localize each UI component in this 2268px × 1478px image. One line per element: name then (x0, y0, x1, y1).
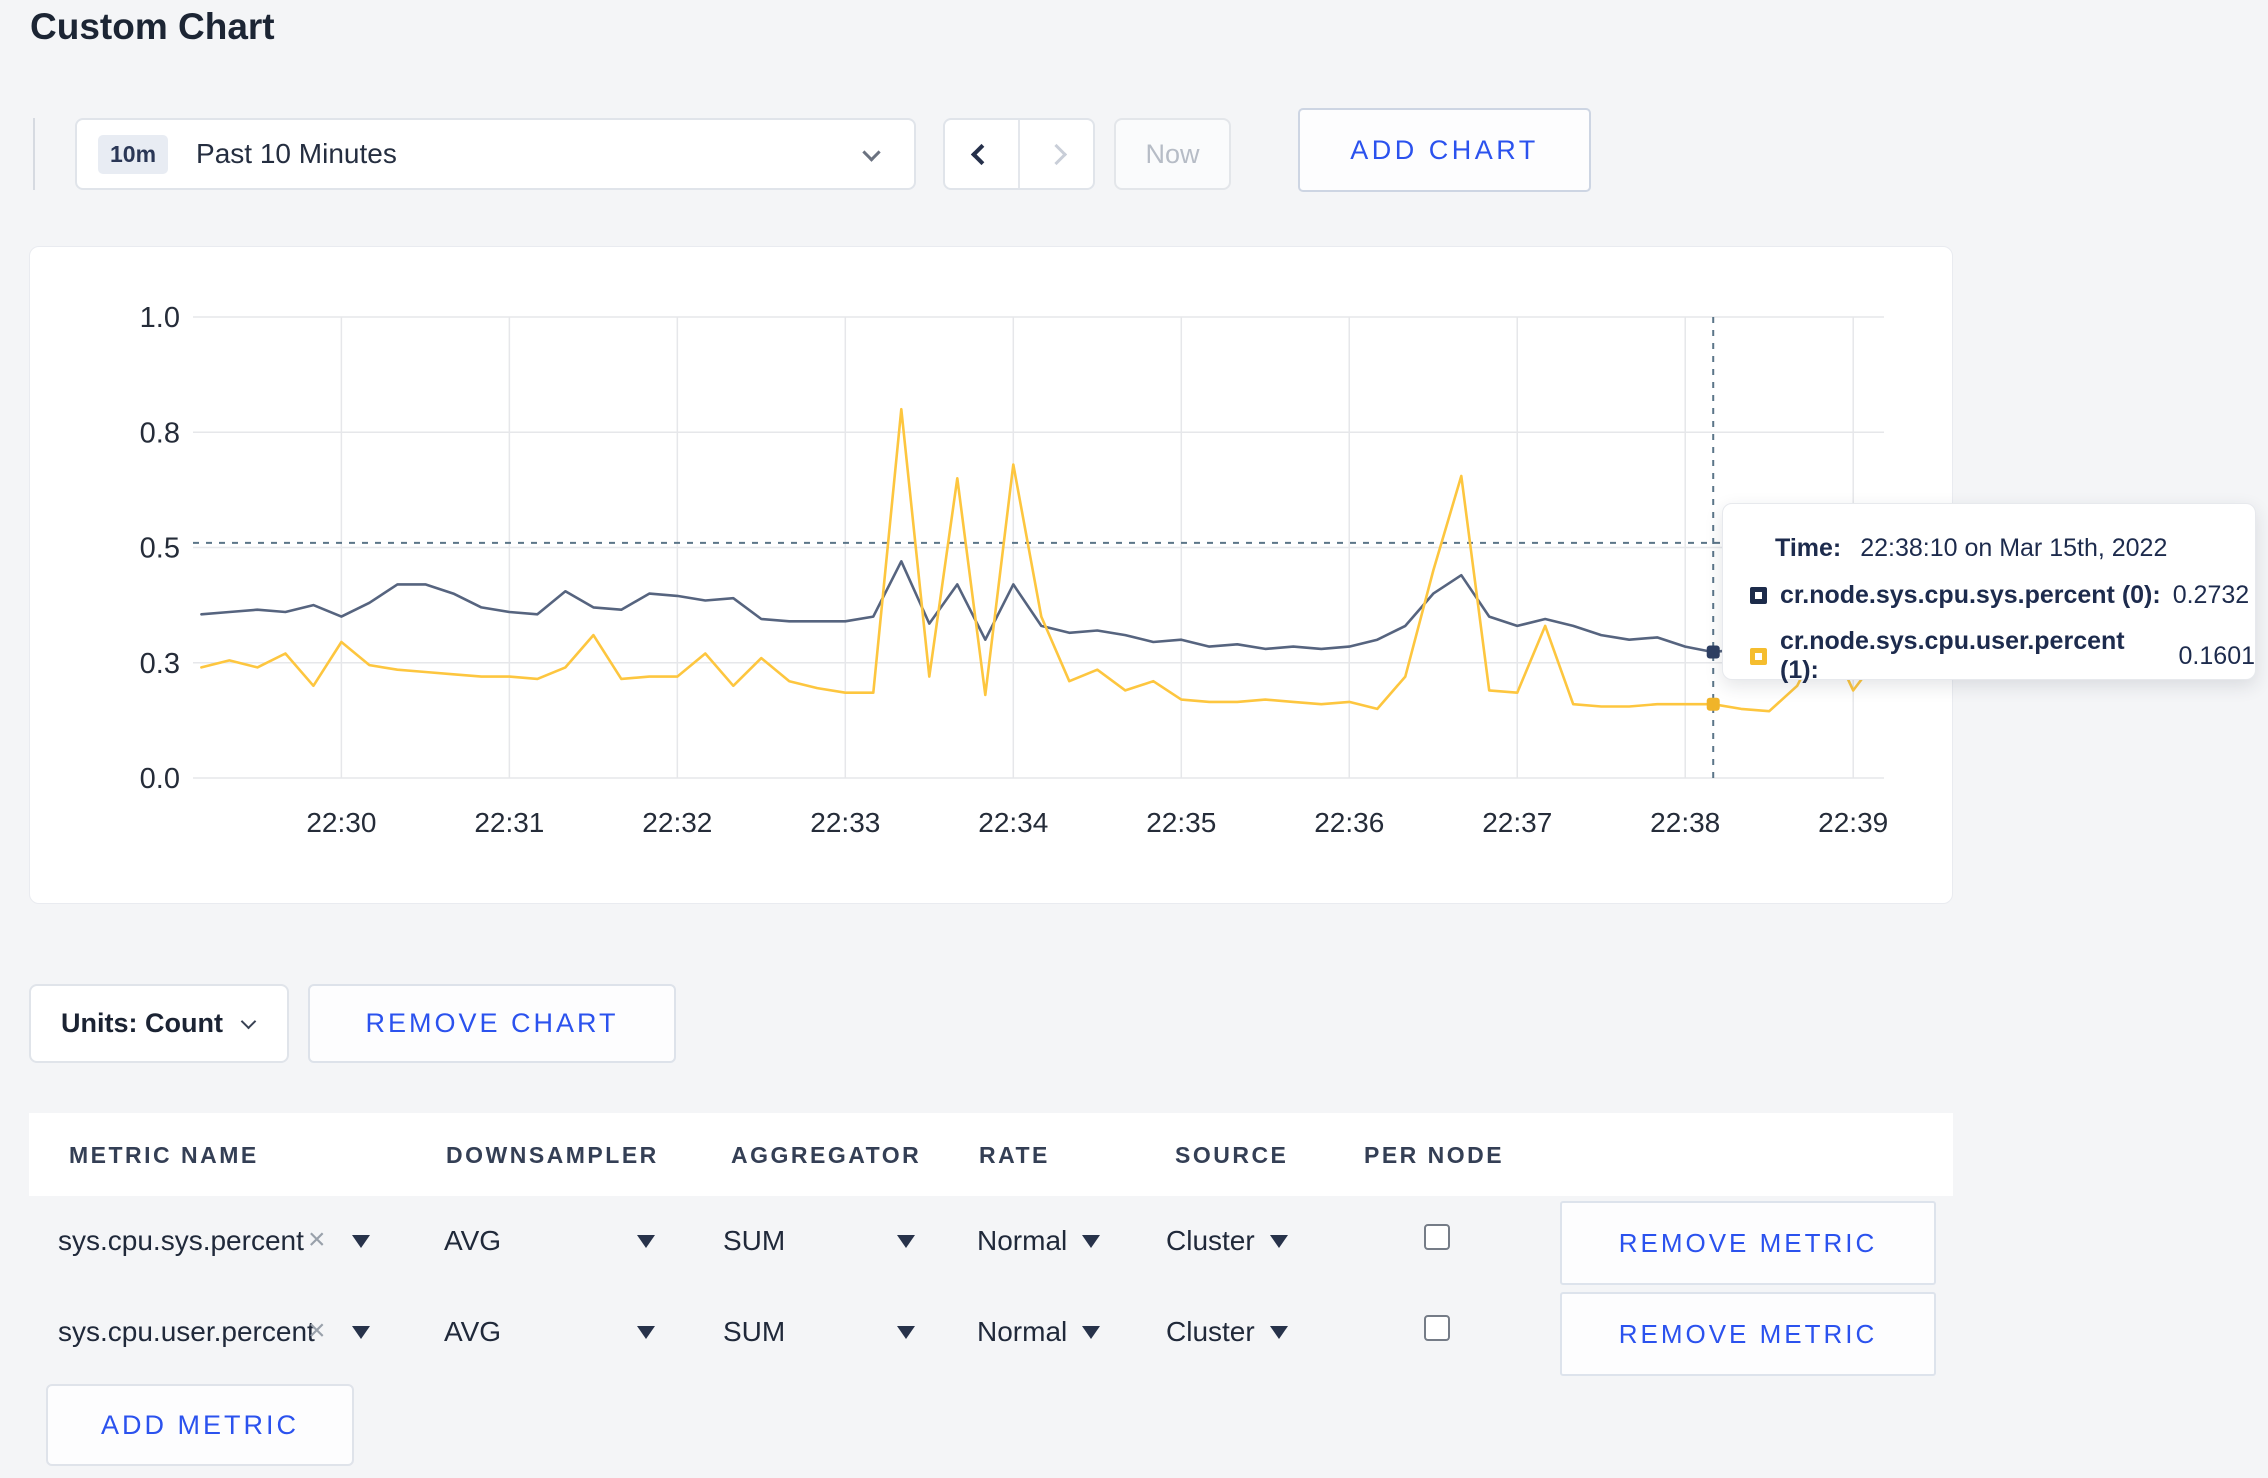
custom-chart-page: Custom Chart 10m Past 10 Minutes Now ADD… (0, 0, 2268, 1478)
tooltip-time-row: Time: 22:38:10 on Mar 15th, 2022 (1775, 534, 2167, 563)
page-title: Custom Chart (30, 6, 275, 47)
y-tick-label: 0.0 (140, 763, 180, 795)
chart-tooltip: Time: 22:38:10 on Mar 15th, 2022 cr.node… (1722, 503, 2256, 684)
remove-metric-x-icon[interactable]: × (308, 1314, 326, 1348)
user-series-swatch-icon (1750, 647, 1767, 665)
time-nav-group (943, 118, 1095, 190)
add-chart-button[interactable]: ADD CHART (1298, 108, 1591, 192)
crosshair-dot (1706, 645, 1720, 659)
x-tick-label: 22:31 (474, 807, 544, 838)
per-node-checkbox[interactable] (1424, 1315, 1450, 1341)
chart-panel: 0.0 0.3 0.5 0.8 1.0 22:30 22:31 22:32 22:33 22:34… (29, 246, 1953, 904)
tooltip-series-row: cr.node.sys.cpu.sys.percent (0): 0.2732 (1750, 581, 2249, 610)
toolbar-divider (33, 118, 35, 190)
crosshair-dot (1706, 697, 1720, 711)
rate-select[interactable]: Normal (977, 1225, 1067, 1257)
metric-name-dropdown-caret-icon[interactable] (352, 1235, 370, 1248)
rate-caret-icon[interactable] (1082, 1235, 1100, 1248)
series-line (200, 407, 1883, 713)
x-tick-label: 22:38 (1650, 807, 1720, 838)
chevron-down-icon (240, 1013, 257, 1030)
remove-metric-button[interactable]: REMOVE METRIC (1560, 1292, 1936, 1376)
x-tick-label: 22:36 (1314, 807, 1384, 838)
rate-caret-icon[interactable] (1082, 1326, 1100, 1339)
y-tick-label: 0.3 (140, 648, 180, 680)
tooltip-series-row: cr.node.sys.cpu.user.percent (1): 0.1601 (1750, 627, 2255, 685)
tooltip-series-name: cr.node.sys.cpu.user.percent (1): (1780, 627, 2125, 684)
units-select[interactable]: Units: Count (29, 984, 289, 1063)
units-label: Units: Count (61, 1008, 223, 1038)
aggregator-select[interactable]: SUM (723, 1225, 785, 1257)
downsampler-select[interactable]: AVG (444, 1316, 501, 1348)
metrics-chart[interactable]: 0.0 0.3 0.5 0.8 1.0 22:30 22:31 22:32 22:33 22:34… (30, 247, 1954, 905)
remove-chart-button[interactable]: REMOVE CHART (308, 984, 676, 1063)
tooltip-series-value: 0.2732 (2172, 581, 2250, 609)
x-tick-label: 22:37 (1482, 807, 1552, 838)
remove-metric-x-icon[interactable]: × (308, 1223, 326, 1257)
downsampler-caret-icon[interactable] (637, 1326, 655, 1339)
x-tick-label: 22:34 (978, 807, 1048, 838)
aggregator-caret-icon[interactable] (897, 1326, 915, 1339)
per-node-checkbox[interactable] (1424, 1224, 1450, 1250)
col-header-downsampler: DOWNSAMPLER (446, 1142, 659, 1168)
source-select[interactable]: Cluster (1166, 1316, 1255, 1348)
sys-series-swatch-icon (1750, 587, 1767, 604)
metric-name-value: sys.cpu.user.percent (58, 1316, 315, 1347)
series-line (200, 559, 1883, 654)
time-range-select[interactable]: 10m Past 10 Minutes (75, 118, 916, 190)
metric-name-dropdown-caret-icon[interactable] (352, 1326, 370, 1339)
x-tick-label: 22:35 (1146, 807, 1216, 838)
source-select[interactable]: Cluster (1166, 1225, 1255, 1257)
chevron-right-icon (1045, 143, 1068, 165)
downsampler-select[interactable]: AVG (444, 1225, 501, 1257)
time-range-badge: 10m (98, 134, 169, 174)
x-tick-label: 22:30 (306, 807, 376, 838)
x-tick-label: 22:39 (1818, 807, 1888, 838)
rate-select[interactable]: Normal (977, 1316, 1067, 1348)
y-tick-label: 0.5 (140, 533, 180, 565)
table-row: sys.cpu.sys.percent × AVG SUM Normal Clu… (29, 1197, 1953, 1289)
time-forward-button[interactable] (1018, 120, 1093, 188)
chevron-down-icon (862, 143, 881, 162)
tooltip-time-value: 22:38:10 on Mar 15th, 2022 (1860, 534, 2168, 562)
col-header-aggregator: AGGREGATOR (731, 1142, 922, 1168)
source-caret-icon[interactable] (1270, 1326, 1288, 1339)
col-header-rate: RATE (979, 1142, 1050, 1168)
source-caret-icon[interactable] (1270, 1235, 1288, 1248)
downsampler-caret-icon[interactable] (637, 1235, 655, 1248)
x-tick-label: 22:33 (810, 807, 880, 838)
col-header-metric-name: METRIC NAME (69, 1142, 259, 1168)
add-metric-button[interactable]: ADD METRIC (46, 1384, 354, 1466)
y-tick-label: 0.8 (140, 417, 180, 449)
metric-name-value: sys.cpu.sys.percent (58, 1225, 304, 1256)
y-tick-label: 1.0 (140, 302, 180, 334)
tooltip-time-label: Time: (1775, 534, 1842, 562)
metrics-table-header: METRIC NAME DOWNSAMPLER AGGREGATOR RATE … (29, 1113, 1953, 1196)
time-back-button[interactable] (945, 120, 1018, 188)
now-button[interactable]: Now (1114, 118, 1231, 190)
table-row: sys.cpu.user.percent × AVG SUM Normal Cl… (29, 1288, 1953, 1380)
time-range-label: Past 10 Minutes (196, 138, 397, 169)
x-tick-label: 22:32 (642, 807, 712, 838)
aggregator-select[interactable]: SUM (723, 1316, 785, 1348)
tooltip-series-name: cr.node.sys.cpu.sys.percent (0): (1780, 581, 2161, 609)
col-header-per-node: PER NODE (1364, 1142, 1505, 1168)
tooltip-series-value: 0.1601 (2178, 641, 2255, 670)
aggregator-caret-icon[interactable] (897, 1235, 915, 1248)
chevron-left-icon (970, 143, 993, 165)
remove-metric-button[interactable]: REMOVE METRIC (1560, 1201, 1936, 1285)
col-header-source: SOURCE (1175, 1142, 1289, 1168)
